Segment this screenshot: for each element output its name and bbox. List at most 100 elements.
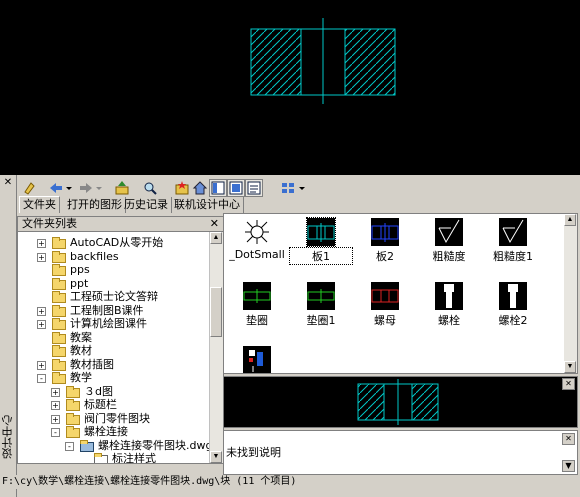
tree-item[interactable]: + backfiles — [18, 250, 208, 264]
tree-item-label: 螺栓连接 — [84, 425, 128, 438]
expand-icon[interactable]: + — [37, 360, 46, 370]
tree-item-label: 计算机绘图课件 — [70, 317, 147, 330]
tree-item[interactable]: + AutoCAD从零开始 — [18, 236, 208, 250]
load-icon[interactable] — [21, 179, 39, 197]
collapse-icon[interactable]: - — [37, 374, 46, 383]
folder-icon — [52, 291, 66, 303]
back-dropdown-icon[interactable] — [64, 179, 74, 197]
palette-titlebar[interactable]: ✕ 设计中心 — [0, 175, 17, 497]
folder-icon — [52, 345, 66, 357]
block-name: 粗糙度 — [432, 250, 466, 263]
folder-icon — [52, 237, 66, 249]
tree-item[interactable]: - 教学 — [18, 371, 208, 385]
expand-icon[interactable]: + — [51, 401, 60, 410]
back-icon[interactable] — [47, 179, 65, 197]
status-bar: F:\cy\数学\螺栓连接\螺栓连接零件图块.dwg\块 (11 个项目) — [0, 475, 580, 489]
tree-item-label: ppt — [70, 276, 89, 290]
folder-tree: 文件夹列表 ✕ + AutoCAD从零开始 + backfiles pps ppt 工程硕士… — [17, 216, 224, 464]
block-item[interactable]: 粗糙度1 — [482, 216, 544, 268]
scroll-down-icon[interactable]: ▼ — [562, 460, 575, 472]
washer-icon — [307, 282, 335, 310]
up-icon[interactable] — [113, 179, 131, 197]
collapse-icon[interactable]: - — [51, 428, 60, 437]
block-item[interactable]: 垫圈 — [226, 280, 288, 332]
tree-item[interactable]: - 螺栓连接 — [18, 425, 208, 439]
block-name: 垫圈 — [246, 314, 268, 327]
folder-icon — [52, 264, 66, 276]
tree-item[interactable]: 标注样式 — [18, 452, 208, 463]
tree-item-label: 教材 — [70, 344, 92, 357]
scroll-thumb[interactable] — [210, 287, 222, 337]
block-item[interactable]: _DotSmall — [226, 216, 288, 268]
tree-item[interactable]: + 阀门零件图块 — [18, 412, 208, 426]
folder-icon — [66, 426, 80, 438]
block-item[interactable]: 粗糙度 — [418, 216, 480, 268]
tree-item-label: 螺栓连接零件图块.dwg — [98, 438, 213, 452]
views-dropdown-icon[interactable] — [297, 179, 307, 197]
expand-icon[interactable]: + — [51, 414, 60, 424]
block-item[interactable]: 板1 — [289, 216, 353, 268]
block-item[interactable]: 板2 — [354, 216, 416, 268]
block-item[interactable]: 螺栓2 — [482, 280, 544, 332]
tree-item[interactable]: + 教材插图 — [18, 358, 208, 372]
tab-open-drawings[interactable]: 打开的图形 — [64, 197, 126, 213]
palette-scrollbar[interactable]: ▲ ▼ — [564, 214, 577, 373]
scroll-up-icon[interactable]: ▲ — [210, 232, 222, 244]
expand-icon[interactable]: + — [37, 320, 46, 329]
roughness-icon — [499, 218, 527, 246]
bolt-icon — [499, 282, 527, 310]
search-icon[interactable] — [141, 179, 159, 197]
tree-item-label: 教材插图 — [70, 357, 114, 371]
tree-toggle-icon[interactable] — [209, 179, 227, 197]
description-pane: ✕ 未找到说明 ▼ — [223, 430, 578, 475]
block-item[interactable]: 垫圈1 — [290, 280, 352, 332]
expand-icon[interactable]: + — [37, 252, 46, 262]
drawing-canvas[interactable] — [0, 0, 580, 175]
tree-item[interactable]: - 螺栓连接零件图块.dwg — [18, 439, 212, 453]
tree-scrollbar[interactable]: ▲ ▼ — [209, 232, 223, 463]
toolbar — [17, 177, 577, 199]
tree-item[interactable]: 教案 — [18, 331, 208, 345]
tab-folders[interactable]: 文件夹 — [19, 196, 60, 213]
collapse-icon[interactable]: - — [65, 441, 74, 451]
tree-item[interactable]: + 计算机绘图课件 — [18, 317, 208, 331]
tree-item[interactable]: 教材 — [18, 344, 208, 358]
tree-item[interactable]: +３d图 — [18, 385, 208, 399]
tree-item-label: 教学 — [70, 371, 92, 384]
tab-history[interactable]: 历史记录 — [121, 197, 172, 213]
home-icon[interactable] — [191, 179, 209, 197]
folder-icon — [52, 304, 66, 317]
bolt-icon — [435, 282, 463, 310]
description-icon[interactable] — [245, 179, 263, 197]
scroll-down-icon[interactable]: ▼ — [210, 451, 222, 463]
tree-item[interactable]: pps — [18, 263, 208, 277]
block-name: 螺母 — [374, 314, 396, 327]
forward-icon[interactable] — [77, 179, 95, 197]
expand-icon[interactable]: + — [37, 306, 46, 316]
block-name: 螺栓 — [438, 314, 460, 327]
block-name: 垫圈1 — [306, 314, 336, 327]
expand-icon[interactable]: + — [37, 239, 46, 248]
close-icon[interactable]: ✕ — [562, 433, 575, 445]
close-icon[interactable]: ✕ — [210, 217, 219, 231]
close-icon[interactable]: ✕ — [3, 178, 13, 188]
block-item[interactable] — [226, 344, 288, 373]
block-item[interactable]: 螺栓 — [418, 280, 480, 332]
roughness-icon — [435, 218, 463, 246]
tree-item-label: 阀门零件图块 — [84, 411, 150, 425]
tree-item[interactable]: + 工程制图B课件 — [18, 304, 208, 318]
favorites-icon[interactable] — [173, 179, 191, 197]
preview-icon[interactable] — [227, 179, 245, 197]
tab-online-dc[interactable]: 联机设计中心 — [171, 197, 244, 213]
tree-item[interactable]: 工程硕士论文答辩 — [18, 290, 208, 304]
scroll-down-icon[interactable]: ▼ — [564, 361, 576, 373]
palette-title: 设计中心 — [1, 415, 14, 459]
scroll-up-icon[interactable]: ▲ — [564, 214, 576, 226]
expand-icon[interactable]: + — [51, 387, 60, 397]
block-item[interactable]: 螺母 — [354, 280, 416, 332]
views-icon[interactable] — [279, 179, 297, 197]
forward-dropdown-icon[interactable] — [94, 179, 104, 197]
tree-item[interactable]: + 标题栏 — [18, 398, 208, 412]
tree-item[interactable]: ppt — [18, 277, 208, 291]
close-icon[interactable]: ✕ — [562, 378, 575, 390]
